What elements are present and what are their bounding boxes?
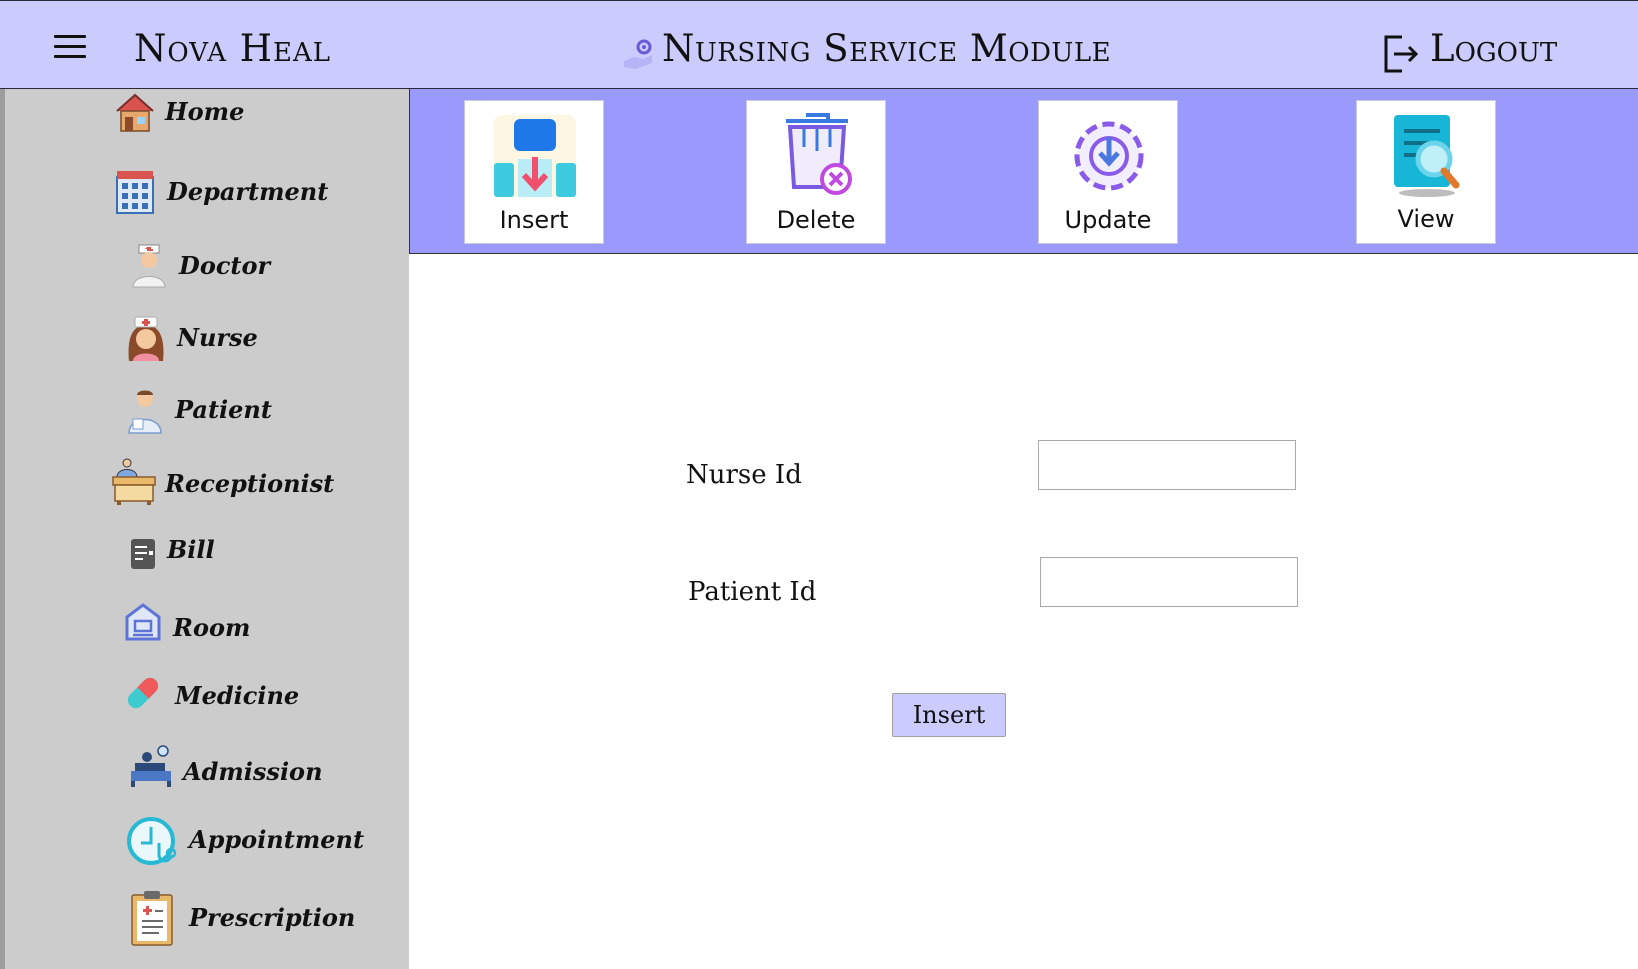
module-title: Nursing Service Module bbox=[662, 27, 1112, 70]
logout-label: Logout bbox=[1430, 27, 1558, 70]
admission-bed-icon bbox=[131, 745, 171, 787]
app-title: Nova Heal bbox=[134, 27, 332, 70]
sidebar-item-medicine[interactable]: Medicine bbox=[121, 671, 321, 723]
sidebar-item-label: Doctor bbox=[179, 251, 271, 280]
sidebar-item-label: Admission bbox=[183, 757, 323, 786]
prescription-clipboard-icon bbox=[131, 891, 173, 946]
nurse-icon bbox=[128, 316, 164, 361]
receptionist-desk-icon bbox=[112, 458, 156, 505]
sidebar: Home Department Doctor Nurse Patient Rec… bbox=[0, 89, 409, 969]
sidebar-item-admission[interactable]: Admission bbox=[129, 745, 349, 797]
home-icon bbox=[116, 93, 154, 132]
sidebar-item-label: Home bbox=[165, 97, 245, 126]
nurse-id-input[interactable] bbox=[1038, 440, 1296, 490]
update-button-label: Update bbox=[1064, 206, 1152, 234]
view-button[interactable]: View bbox=[1356, 100, 1496, 244]
sidebar-item-label: Receptionist bbox=[165, 469, 335, 498]
appointment-clock-icon bbox=[127, 817, 177, 865]
insert-submit-button[interactable]: Insert bbox=[892, 693, 1006, 737]
sidebar-item-doctor[interactable]: Doctor bbox=[129, 243, 329, 295]
delete-button-label: Delete bbox=[776, 206, 856, 234]
sidebar-item-label: Room bbox=[173, 613, 251, 642]
department-building-icon bbox=[116, 171, 154, 214]
sidebar-item-label: Prescription bbox=[189, 903, 356, 932]
insert-button-label: Insert bbox=[499, 206, 569, 234]
bill-icon bbox=[131, 539, 155, 569]
module-gear-hand-icon bbox=[624, 39, 652, 69]
sidebar-item-appointment[interactable]: Appointment bbox=[127, 815, 367, 867]
sidebar-item-home[interactable]: Home bbox=[113, 89, 333, 141]
update-gear-icon bbox=[1074, 121, 1144, 191]
hamburger-menu-icon[interactable] bbox=[54, 35, 86, 59]
insert-icon bbox=[494, 115, 576, 197]
sidebar-item-label: Appointment bbox=[189, 825, 365, 854]
view-button-label: View bbox=[1397, 205, 1455, 233]
logout-icon bbox=[1384, 35, 1419, 73]
sidebar-item-room[interactable]: Room bbox=[123, 601, 303, 653]
sidebar-item-bill[interactable]: Bill bbox=[129, 533, 279, 585]
sidebar-item-label: Medicine bbox=[175, 681, 300, 710]
update-button[interactable]: Update bbox=[1038, 100, 1178, 244]
insert-button[interactable]: Insert bbox=[464, 100, 604, 244]
medicine-capsule-icon bbox=[127, 677, 159, 709]
sidebar-item-nurse[interactable]: Nurse bbox=[123, 315, 323, 367]
header-bar: Nova Heal Nursing Service Module Logout bbox=[0, 0, 1638, 89]
view-document-icon bbox=[1394, 115, 1460, 197]
patient-id-input[interactable] bbox=[1040, 557, 1298, 607]
sidebar-item-department[interactable]: Department bbox=[113, 167, 353, 219]
nurse-id-label: Nurse Id bbox=[686, 460, 802, 490]
room-icon bbox=[125, 603, 161, 641]
sidebar-item-prescription[interactable]: Prescription bbox=[129, 889, 369, 946]
patient-id-label: Patient Id bbox=[688, 577, 817, 607]
patient-icon bbox=[128, 390, 162, 434]
doctor-icon bbox=[132, 244, 166, 288]
sidebar-item-label: Nurse bbox=[177, 323, 258, 352]
sidebar-item-label: Department bbox=[167, 177, 329, 206]
sidebar-item-label: Bill bbox=[167, 535, 215, 564]
delete-trash-icon bbox=[786, 113, 852, 195]
sidebar-item-receptionist[interactable]: Receptionist bbox=[111, 457, 351, 509]
delete-button[interactable]: Delete bbox=[746, 100, 886, 244]
sidebar-item-label: Patient bbox=[175, 395, 272, 424]
sidebar-item-patient[interactable]: Patient bbox=[125, 387, 325, 439]
action-toolbar: Insert Delete Update View bbox=[409, 89, 1638, 254]
